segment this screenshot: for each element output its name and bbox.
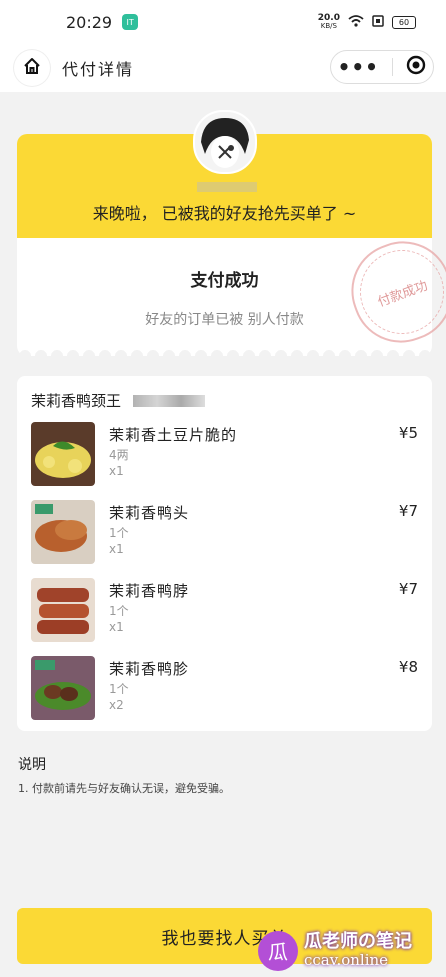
capsule-divider (392, 58, 394, 76)
item-spec: 4两 (109, 448, 129, 462)
wifi-icon (348, 14, 364, 30)
item-quantity: x1 (109, 542, 124, 556)
list-item[interactable]: 茉莉香土豆片脆的 4两 x1 ¥5 (31, 422, 418, 486)
shop-name: 茉莉香鸭颈王 (31, 392, 122, 410)
payment-status-card: 来晚啦， 已被我的好友抢先买单了 ~ 支付成功 好友的订单已被 别人付款 付款成… (17, 110, 446, 357)
item-quantity: x1 (109, 464, 124, 478)
net-speed: 20.0 KB/S (317, 13, 340, 30)
item-spec: 1个 (109, 604, 129, 618)
item-spec: 1个 (109, 526, 129, 540)
item-name: 茉莉香土豆片脆的 (109, 426, 238, 444)
nav-bar: 代付详情 ••• (0, 44, 446, 92)
item-price: ¥7 (398, 502, 418, 520)
item-name: 茉莉香鸭胗 (109, 660, 190, 678)
sim-icon (372, 14, 384, 30)
battery-icon: 60 (392, 15, 416, 29)
item-spec: 1个 (109, 682, 129, 696)
watermark-line1: 瓜老师の笔记 (304, 931, 412, 953)
shop-name-blurred (133, 394, 206, 407)
notes-text: 1. 付款前请先与好友确认无误，避免受骗。 (18, 782, 230, 795)
watermark: 瓜 瓜老师の笔记 ccav.online (258, 924, 446, 977)
list-item[interactable]: 茉莉香鸭胗 1个 x2 ¥8 (31, 656, 418, 720)
watermark-text: 瓜老师の笔记 ccav.online (304, 932, 412, 968)
status-bar: 20:29 IT 20.0 KB/S 60 (0, 0, 446, 44)
product-image (31, 500, 95, 564)
item-price: ¥8 (398, 658, 418, 676)
item-name: 茉莉香鸭头 (109, 504, 190, 522)
payment-result: 支付成功 好友的订单已被 别人付款 付款成功 (17, 227, 446, 357)
order-card: 茉莉香鸭颈王 茉莉香土豆片脆的 4两 x1 ¥5 茉莉香鸭头 1个 x1 ¥7 … (17, 376, 432, 731)
home-icon (22, 56, 42, 80)
product-image (31, 656, 95, 720)
ticket-edge (17, 348, 432, 356)
close-target-icon[interactable] (406, 55, 426, 79)
paid-stamp: 付款成功 (337, 227, 446, 357)
friend-name-blurred (197, 182, 257, 192)
list-item[interactable]: 茉莉香鸭头 1个 x1 ¥7 (31, 500, 418, 564)
item-price: ¥7 (398, 580, 418, 598)
more-icon[interactable]: ••• (338, 57, 379, 77)
page-title: 代付详情 (62, 60, 135, 79)
item-quantity: x1 (109, 620, 124, 634)
item-quantity: x2 (109, 698, 124, 712)
product-image (31, 578, 95, 642)
product-image (31, 422, 95, 486)
mini-program-capsule: ••• (330, 50, 434, 84)
shop-row: 茉莉香鸭颈王 (31, 390, 206, 411)
app-notification-icon: IT (122, 14, 139, 30)
payment-message: 来晚啦， 已被我的好友抢先买单了 ~ (92, 204, 357, 223)
home-button[interactable] (14, 50, 50, 86)
payment-header: 来晚啦， 已被我的好友抢先买单了 ~ (17, 110, 432, 238)
watermark-line2: ccav.online (304, 951, 389, 970)
list-item[interactable]: 茉莉香鸭脖 1个 x1 ¥7 (31, 578, 418, 642)
item-name: 茉莉香鸭脖 (109, 582, 190, 600)
notes-title: 说明 (18, 757, 46, 773)
friend-avatar (193, 110, 257, 174)
item-price: ¥5 (398, 424, 418, 442)
watermark-logo: 瓜 (258, 930, 298, 971)
status-time: 20:29 (66, 12, 113, 32)
